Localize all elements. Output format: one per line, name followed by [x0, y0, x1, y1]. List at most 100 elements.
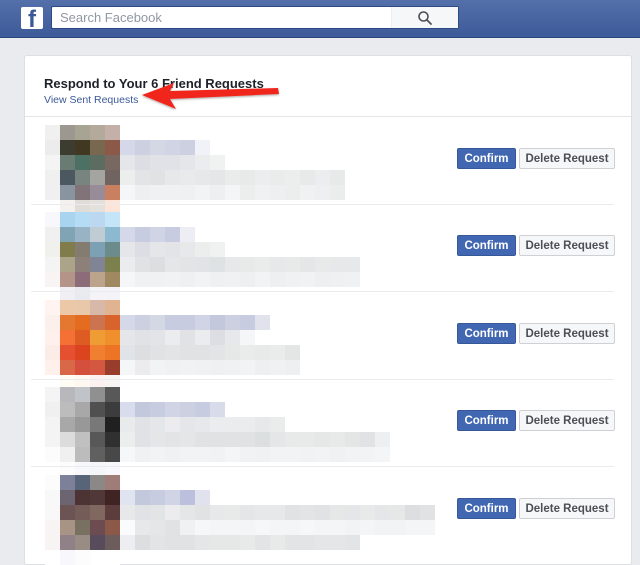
delete-request-button[interactable]: Delete Request	[519, 498, 615, 519]
text-pixel	[195, 185, 210, 200]
avatar-pixel	[45, 432, 60, 447]
text-pixel	[165, 170, 180, 185]
text-pixel	[345, 257, 360, 272]
text-pixel	[180, 242, 195, 257]
pixelated-name[interactable]	[120, 402, 225, 417]
text-pixel	[120, 490, 135, 505]
text-pixel	[270, 360, 285, 375]
avatar-pixel	[75, 402, 90, 417]
text-pixel	[225, 535, 240, 550]
avatar-pixel	[90, 257, 105, 272]
text-pixel	[135, 315, 150, 330]
avatar-pixel	[105, 140, 120, 155]
avatar-pixel	[105, 490, 120, 505]
avatar-pixel	[75, 300, 90, 315]
text-pixel	[195, 170, 210, 185]
text-pixel	[120, 360, 135, 375]
friend-requests-card: Respond to Your 6 Friend Requests View S…	[24, 55, 632, 565]
text-pixel	[120, 447, 135, 462]
confirm-button[interactable]: Confirm	[457, 235, 516, 256]
confirm-button[interactable]: Confirm	[457, 148, 516, 169]
text-pixel	[240, 535, 255, 550]
avatar-pixel	[75, 257, 90, 272]
text-pixel	[135, 140, 150, 155]
pixelated-name[interactable]	[120, 140, 210, 155]
text-pixel	[165, 447, 180, 462]
avatar-pixel	[90, 155, 105, 170]
text-pixel	[285, 520, 300, 535]
avatar-pixel	[75, 170, 90, 185]
avatar-pixel	[90, 330, 105, 345]
avatar[interactable]	[45, 475, 120, 565]
text-pixel	[195, 140, 210, 155]
avatar-pixel	[45, 155, 60, 170]
text-pixel	[270, 505, 285, 520]
text-pixel	[390, 505, 405, 520]
avatar[interactable]	[45, 125, 120, 215]
text-pixel	[150, 345, 165, 360]
text-pixel	[420, 505, 435, 520]
avatar-pixel	[75, 432, 90, 447]
text-pixel	[135, 520, 150, 535]
text-pixel	[120, 402, 135, 417]
avatar-pixel	[105, 387, 120, 402]
delete-request-button[interactable]: Delete Request	[519, 148, 615, 169]
confirm-button[interactable]: Confirm	[457, 498, 516, 519]
friend-request-row: Confirm Delete Request	[31, 204, 615, 302]
avatar-pixel	[60, 432, 75, 447]
text-pixel	[180, 257, 195, 272]
text-pixel	[375, 432, 390, 447]
avatar-pixel	[105, 155, 120, 170]
text-pixel	[225, 417, 240, 432]
text-pixel	[315, 170, 330, 185]
delete-request-button[interactable]: Delete Request	[519, 323, 615, 344]
avatar[interactable]	[45, 387, 120, 477]
text-pixel	[375, 447, 390, 462]
text-pixel	[120, 330, 135, 345]
text-pixel	[300, 185, 315, 200]
text-pixel	[285, 170, 300, 185]
text-pixel	[330, 520, 345, 535]
confirm-button[interactable]: Confirm	[457, 410, 516, 431]
text-pixel	[240, 505, 255, 520]
avatar-pixel	[75, 360, 90, 375]
avatar-pixel	[75, 330, 90, 345]
text-pixel	[255, 170, 270, 185]
avatar-pixel	[75, 490, 90, 505]
text-pixel	[150, 227, 165, 242]
text-pixel	[135, 402, 150, 417]
text-pixel	[300, 272, 315, 287]
avatar-pixel	[105, 227, 120, 242]
search-button[interactable]	[391, 7, 458, 28]
text-pixel	[210, 402, 225, 417]
delete-request-button[interactable]: Delete Request	[519, 410, 615, 431]
avatar-pixel	[45, 140, 60, 155]
search-input[interactable]	[52, 7, 400, 28]
text-pixel	[300, 535, 315, 550]
pixelated-detail-line	[120, 155, 225, 170]
text-pixel	[120, 272, 135, 287]
logo-glyph: f	[28, 7, 36, 29]
avatar-pixel	[45, 475, 60, 490]
text-pixel	[195, 272, 210, 287]
text-pixel	[165, 402, 180, 417]
facebook-logo-icon[interactable]: f	[21, 7, 43, 29]
avatar-pixel	[45, 417, 60, 432]
text-pixel	[150, 170, 165, 185]
text-pixel	[195, 535, 210, 550]
text-pixel	[135, 432, 150, 447]
pixelated-name[interactable]	[120, 490, 210, 505]
avatar[interactable]	[45, 300, 120, 390]
text-pixel	[225, 185, 240, 200]
avatar-pixel	[45, 447, 60, 462]
delete-request-button[interactable]: Delete Request	[519, 235, 615, 256]
text-pixel	[165, 505, 180, 520]
text-pixel	[165, 432, 180, 447]
view-sent-requests-link[interactable]: View Sent Requests	[44, 94, 138, 106]
text-pixel	[270, 345, 285, 360]
avatar-pixel	[105, 300, 120, 315]
pixelated-name[interactable]	[120, 227, 195, 242]
confirm-button[interactable]: Confirm	[457, 323, 516, 344]
pixelated-name[interactable]	[120, 315, 270, 330]
avatar[interactable]	[45, 212, 120, 302]
